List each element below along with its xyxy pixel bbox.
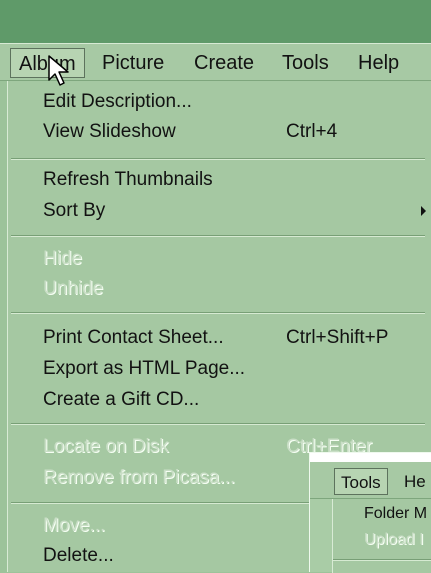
menu-item-delete[interactable]: Delete... — [43, 542, 114, 570]
shortcut-print-contact-sheet: Ctrl+Shift+P — [286, 327, 389, 348]
overlay-separator — [333, 559, 431, 561]
menu-item-unhide: Unhide — [43, 278, 104, 299]
menu-help[interactable]: Help — [350, 48, 407, 78]
menu-separator — [11, 423, 425, 425]
menu-item-remove-from-picasa: Remove from Picasa... — [43, 467, 236, 488]
menu-picture[interactable]: Picture — [94, 48, 172, 78]
menu-item-move: Move... — [43, 515, 106, 536]
menu-item-hide: Hide — [43, 248, 83, 269]
overlay-screenshot: Tools He Folder M Upload I — [309, 452, 431, 573]
menu-separator — [11, 312, 425, 314]
overlay-top-strip — [310, 453, 431, 462]
overlay-menu-item-upload: Upload I — [364, 531, 424, 548]
overlay-menu-tools[interactable]: Tools — [334, 468, 388, 495]
overlay-menu-item-folder-manager[interactable]: Folder M — [364, 502, 427, 526]
menu-item-print-contact-sheet[interactable]: Print Contact Sheet... — [43, 324, 224, 352]
mouse-pointer-icon — [48, 55, 69, 86]
overlay-menu-bar: Tools He — [310, 462, 431, 499]
menu-separator — [11, 235, 425, 237]
menu-item-edit-description[interactable]: Edit Description... — [43, 88, 192, 116]
overlay-menu-help[interactable]: He — [398, 468, 431, 495]
menu-item-create-gift-cd[interactable]: Create a Gift CD... — [43, 386, 199, 414]
menu-item-sort-by[interactable]: Sort By — [43, 197, 105, 225]
menu-create[interactable]: Create — [186, 48, 262, 78]
shortcut-view-slideshow: Ctrl+4 — [286, 121, 338, 142]
title-bar — [0, 0, 431, 43]
overlay-tools-dropdown: Folder M Upload I — [332, 499, 431, 573]
menu-tools[interactable]: Tools — [274, 48, 337, 78]
submenu-arrow-icon — [421, 206, 426, 216]
menu-item-view-slideshow[interactable]: View Slideshow — [43, 118, 176, 146]
menu-item-export-html[interactable]: Export as HTML Page... — [43, 355, 245, 383]
menu-separator — [11, 158, 425, 160]
menu-item-refresh-thumbnails[interactable]: Refresh Thumbnails — [43, 166, 213, 194]
menu-item-locate-on-disk: Locate on Disk — [43, 436, 169, 457]
